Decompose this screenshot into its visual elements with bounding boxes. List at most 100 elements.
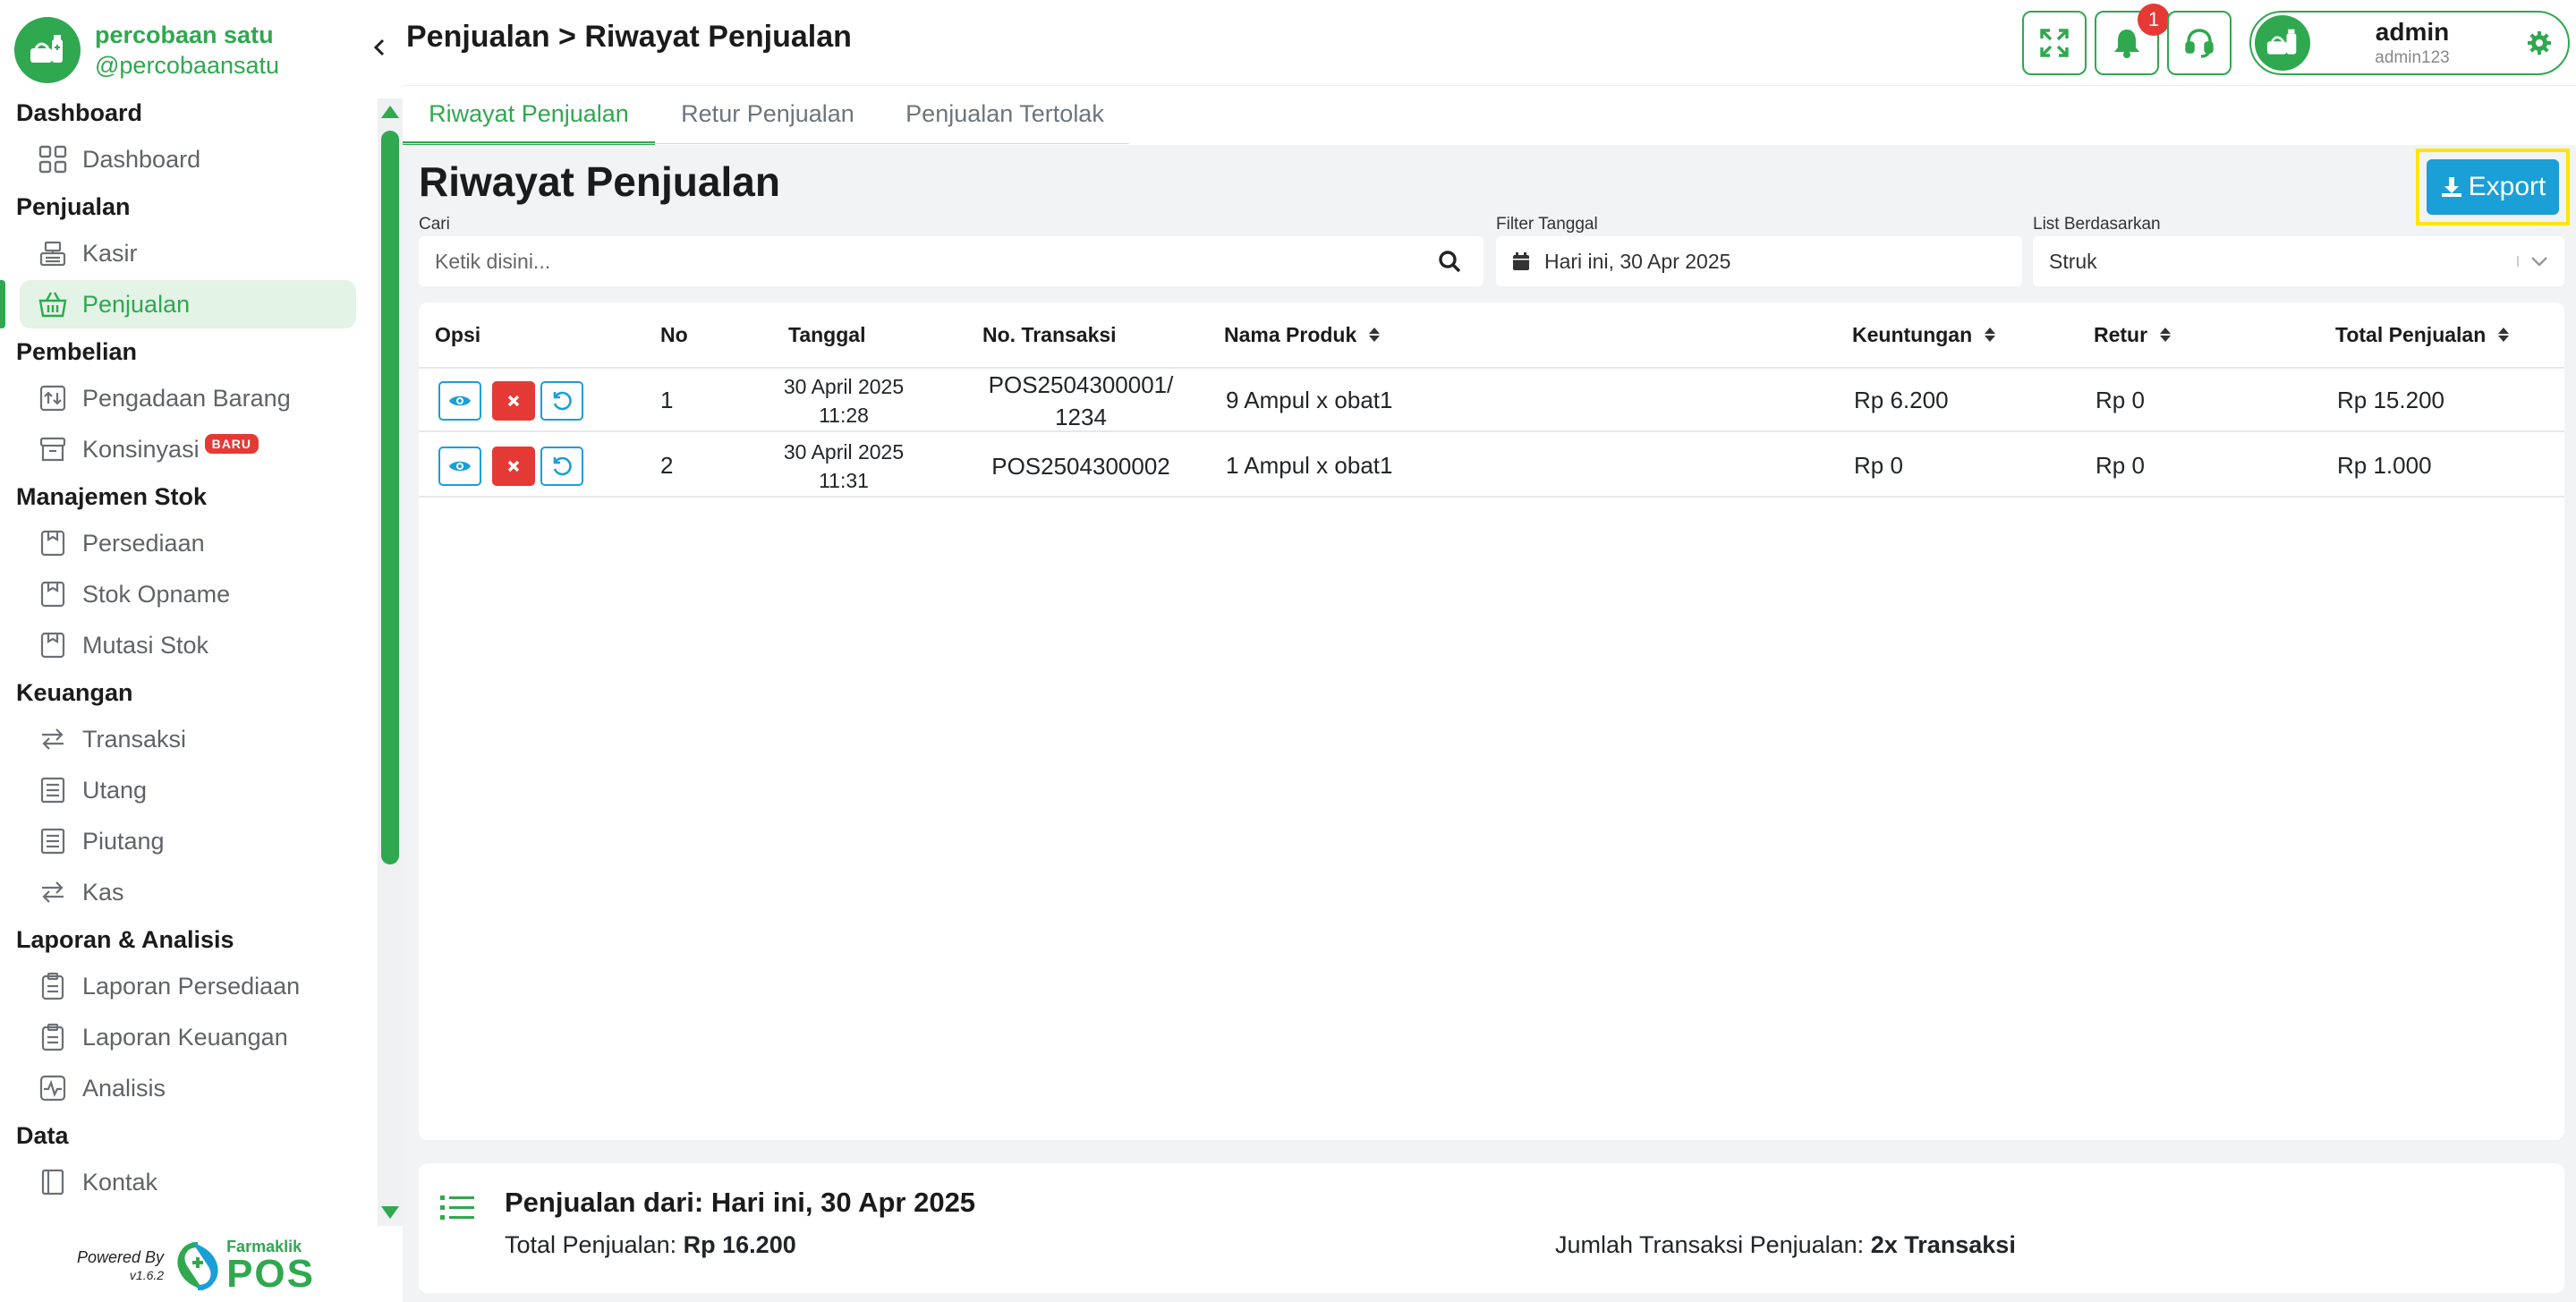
sidebar-item-label: Analisis [82, 1074, 166, 1102]
column-header-retur[interactable]: Retur [2094, 302, 2172, 367]
sidebar-item-laporan-persediaan[interactable]: Laporan Persediaan [20, 962, 356, 1010]
cancel-button[interactable] [492, 381, 535, 421]
sidebar-item-stok-opname[interactable]: Stok Opname [20, 570, 356, 618]
sort-icon[interactable] [2160, 328, 2172, 342]
undo-icon [553, 391, 572, 411]
cell-time: 11:28 [819, 403, 869, 427]
return-button[interactable] [540, 447, 583, 486]
tab-retur-penjualan[interactable]: Retur Penjualan [655, 86, 880, 145]
column-header-keuntungan[interactable]: Keuntungan [1852, 302, 1996, 367]
column-header-nama-produk[interactable]: Nama Produk [1224, 302, 1381, 367]
farmaklik-logo-icon [177, 1241, 218, 1291]
sidebar: percobaan satu @percobaansatu Dashboard … [0, 0, 403, 1302]
sidebar-item-laporan-keuangan[interactable]: Laporan Keuangan [20, 1013, 356, 1061]
tab-penjualan-tertolak[interactable]: Penjualan Tertolak [880, 86, 1129, 145]
farmaklik-pos-logo: Farmaklik POS [174, 1238, 315, 1294]
user-name: admin [2375, 18, 2450, 46]
pharmacy-logo-icon [14, 17, 81, 83]
fullscreen-button[interactable] [2022, 11, 2087, 75]
list-by-label: List Berdasarkan [2033, 215, 2161, 234]
section-laporan-analisis: Laporan & Analisis [16, 926, 234, 953]
cell-trx-line2: 1234 [1055, 403, 1107, 430]
search-input[interactable]: Ketik disini... [419, 236, 1484, 286]
cell-date: 30 April 2025 [783, 374, 905, 398]
box-icon [36, 628, 70, 662]
sidebar-item-mutasi-stok[interactable]: Mutasi Stok [20, 621, 356, 669]
sidebar-scrollbar[interactable] [378, 98, 403, 1226]
contact-book-icon [36, 1165, 70, 1199]
sales-summary: Penjualan dari: Hari ini, 30 Apr 2025 To… [419, 1163, 2564, 1293]
section-dashboard: Dashboard [16, 99, 143, 126]
sidebar-item-kas[interactable]: Kas [20, 868, 356, 916]
clipboard-icon [36, 1020, 70, 1054]
cell-keuntungan: Rp 0 [1854, 452, 1903, 479]
cell-total-penjualan: Rp 15.200 [2337, 387, 2444, 413]
tab-bar: Riwayat Penjualan Retur Penjualan Penjua… [403, 86, 2576, 145]
powered-by: Powered By v1.6.2 Farmaklik POS [77, 1235, 345, 1298]
scroll-up-arrow-icon[interactable] [381, 106, 399, 118]
sidebar-item-kasir[interactable]: Kasir [20, 229, 356, 277]
gear-icon[interactable] [2527, 30, 2552, 60]
search-icon[interactable] [1437, 249, 1462, 279]
column-label: Nama Produk [1224, 323, 1357, 346]
download-icon [2441, 177, 2461, 197]
sidebar-item-transaksi[interactable]: Transaksi [20, 715, 356, 763]
brand[interactable]: percobaan satu @percobaansatu [14, 14, 390, 86]
summary-total-value: Rp 16.200 [683, 1231, 796, 1258]
scroll-down-arrow-icon[interactable] [381, 1206, 399, 1219]
scrollbar-thumb[interactable] [381, 131, 399, 864]
main-content: Riwayat Penjualan Export Cari Ketik disi… [403, 145, 2576, 1302]
sidebar-item-label: Persediaan [82, 529, 205, 557]
column-label: Tanggal [788, 323, 866, 346]
notification-count-badge: 1 [2138, 4, 2170, 36]
sidebar-item-analisis[interactable]: Analisis [20, 1064, 356, 1112]
view-button[interactable] [438, 381, 481, 421]
cell-nama-produk: 9 Ampul x obat1 [1226, 387, 1393, 413]
list-icon [440, 1194, 474, 1227]
cell-retur: Rp 0 [2096, 452, 2145, 479]
user-profile[interactable]: admin admin123 [2249, 11, 2570, 75]
sidebar-item-piutang[interactable]: Piutang [20, 817, 356, 865]
tab-riwayat-penjualan[interactable]: Riwayat Penjualan [403, 86, 655, 145]
eye-icon [449, 461, 471, 472]
calendar-icon [1512, 251, 1530, 271]
list-by-value: Struk [2049, 249, 2097, 273]
column-label: Total Penjualan [2335, 323, 2487, 346]
chevron-down-icon [2516, 249, 2552, 279]
sort-icon[interactable] [1369, 328, 1381, 342]
list-by-select[interactable]: Struk [2033, 236, 2564, 286]
breadcrumb: Penjualan > Riwayat Penjualan [406, 20, 852, 54]
column-label: Keuntungan [1852, 323, 1973, 346]
cell-trx-line1: POS2504300002 [991, 452, 1170, 480]
sidebar-item-label: Penjualan [82, 290, 191, 318]
sidebar-item-utang[interactable]: Utang [20, 766, 356, 814]
close-icon [507, 395, 520, 407]
table-row: 1 30 April 2025 11:28 POS2504300001/ 123… [419, 369, 2564, 432]
notification-button[interactable]: 1 [2095, 4, 2170, 75]
sidebar-item-dashboard[interactable]: Dashboard [20, 135, 356, 183]
sidebar-item-konsinyasi[interactable]: Konsinyasi BARU [20, 425, 356, 473]
sidebar-item-kontak[interactable]: Kontak [20, 1158, 356, 1206]
column-header-total-penjualan[interactable]: Total Penjualan [2335, 302, 2510, 367]
transfer-icon [36, 722, 70, 756]
cancel-button[interactable] [492, 447, 535, 486]
summary-total: Total Penjualan: Rp 16.200 [505, 1231, 796, 1259]
box-icon [36, 577, 70, 611]
support-button[interactable] [2167, 11, 2232, 75]
undo-icon [553, 456, 572, 476]
export-button[interactable]: Export [2427, 159, 2559, 215]
table-row: 2 30 April 2025 11:31 POS2504300002 1 Am… [419, 434, 2564, 498]
new-badge: BARU [204, 434, 259, 454]
sidebar-item-pengadaan-barang[interactable]: Pengadaan Barang [20, 374, 356, 422]
sidebar-item-persediaan[interactable]: Persediaan [20, 519, 356, 567]
view-button[interactable] [438, 447, 481, 486]
sort-icon[interactable] [1985, 328, 1996, 342]
collapse-sidebar-chevron-icon[interactable] [367, 32, 392, 63]
cell-tanggal: 30 April 2025 11:31 [777, 434, 911, 498]
sort-icon[interactable] [2498, 328, 2510, 342]
app-version: v1.6.2 [129, 1268, 165, 1282]
date-filter-input[interactable]: Hari ini, 30 Apr 2025 [1496, 236, 2022, 286]
return-button[interactable] [540, 381, 583, 421]
section-penjualan: Penjualan [16, 193, 131, 220]
sidebar-item-penjualan[interactable]: Penjualan [0, 280, 356, 328]
